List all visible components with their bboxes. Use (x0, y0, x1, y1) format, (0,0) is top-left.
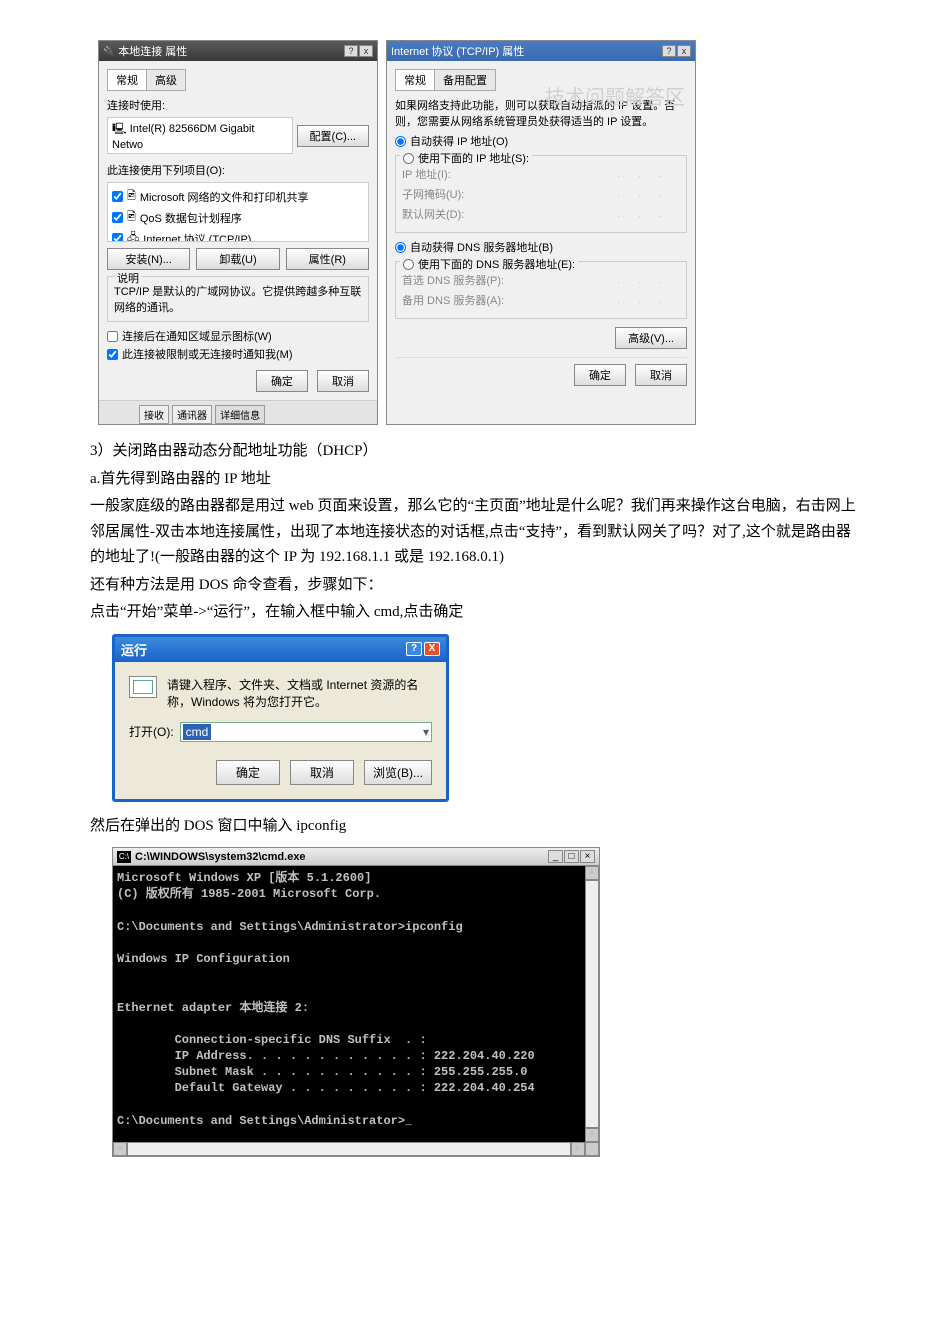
mask-field: . . . (522, 189, 680, 199)
run-titlebar[interactable]: 运行 ? X (115, 637, 446, 662)
cb-tcpip[interactable] (112, 233, 123, 242)
pref-dns-field: . . . (522, 275, 680, 285)
tab-general[interactable]: 常规 (395, 69, 435, 91)
configure-button[interactable]: 配置(C)... (297, 125, 369, 147)
browse-button[interactable]: 浏览(B)... (364, 760, 432, 785)
tcpip-properties: Internet 协议 (TCP/IP) 属性 ? x 技术问题解答区 常规 备… (386, 40, 696, 425)
hscrollbar[interactable]: ◀▶ (113, 1142, 599, 1156)
help-button[interactable]: ? (344, 45, 358, 57)
open-combobox[interactable]: cmd ▾ (180, 722, 432, 742)
text-para1: 一般家庭级的路由器都是用过 web 页面来设置，那么它的“主页面”地址是什么呢？… (90, 494, 860, 571)
open-label: 打开(O): (129, 723, 174, 740)
top-note: 如果网络支持此功能，则可以获取自动指派的 IP 设置。否则，您需要从网络系统管理… (395, 97, 687, 129)
ok-button[interactable]: 确定 (574, 364, 626, 386)
text-para2: 还有种方法是用 DOS 命令查看，步骤如下： (90, 573, 860, 599)
title: 本地连接 属性 (118, 43, 187, 59)
desc-legend: 说明 (114, 270, 142, 286)
uses-label: 此连接使用下列项目(O): (107, 162, 369, 178)
run-dialog: 运行 ? X 请键入程序、文件夹、文档或 Internet 资源的名称，Wind… (112, 634, 449, 802)
radio-auto-ip[interactable] (395, 136, 406, 147)
close-button[interactable]: × (580, 850, 595, 863)
advanced-button[interactable]: 高级(V)... (615, 327, 687, 349)
tab-advanced[interactable]: 高级 (146, 69, 186, 91)
install-button[interactable]: 安装(N)... (107, 248, 190, 270)
min-button[interactable]: _ (548, 850, 563, 863)
run-icon (129, 676, 157, 698)
close-button[interactable]: x (359, 45, 373, 57)
uninstall-button[interactable]: 卸载(U) (196, 248, 279, 270)
tab-recv[interactable]: 接收 (139, 405, 169, 424)
max-button[interactable]: □ (564, 850, 579, 863)
cmd-icon: C:\ (117, 851, 131, 863)
tab-detail[interactable]: 详细信息 (215, 405, 265, 424)
ok-button[interactable]: 确定 (216, 760, 280, 785)
text-step-a: a.首先得到路由器的 IP 地址 (90, 467, 860, 493)
radio-manual-dns[interactable] (403, 259, 414, 270)
cb-qos[interactable] (112, 212, 123, 223)
desc-text: TCP/IP 是默认的广域网协议。它提供跨越多种互联网络的通讯。 (114, 283, 362, 315)
title: Internet 协议 (TCP/IP) 属性 (391, 43, 524, 59)
text-para3: 点击“开始”菜单->“运行”，在输入框中输入 cmd,点击确定 (90, 600, 860, 626)
cancel-button[interactable]: 取消 (290, 760, 354, 785)
text-para4: 然后在弹出的 DOS 窗口中输入 ipconfig (90, 814, 860, 840)
tab-general[interactable]: 常规 (107, 69, 147, 91)
cb-file-share[interactable] (112, 191, 123, 202)
radio-manual-ip[interactable] (403, 153, 414, 164)
components-list[interactable]: 🖻 Microsoft 网络的文件和打印机共享 🖻 QoS 数据包计划程序 🖧 … (107, 182, 369, 242)
cmd-titlebar[interactable]: C:\ C:\WINDOWS\system32\cmd.exe _ □ × (113, 848, 599, 866)
alt-dns-field: . . . (522, 295, 680, 305)
vscrollbar[interactable]: ▲▼ (585, 866, 599, 1142)
ok-button[interactable]: 确定 (256, 370, 308, 392)
connect-label: 连接时使用: (107, 97, 369, 113)
tab-comm[interactable]: 通讯器 (172, 405, 212, 424)
cancel-button[interactable]: 取消 (317, 370, 369, 392)
close-button[interactable]: X (424, 642, 440, 656)
local-connection-properties: 🔌 本地连接 属性 ? x 常规 高级 连接时使用: 🖳 Intel(R) 82… (98, 40, 378, 425)
tab-alt[interactable]: 备用配置 (434, 69, 496, 91)
help-button[interactable]: ? (662, 45, 676, 57)
cmd-output[interactable]: Microsoft Windows XP [版本 5.1.2600] (C) 版… (113, 866, 599, 1156)
adapter-field: 🖳 Intel(R) 82566DM Gigabit Netwo (107, 117, 293, 154)
run-desc: 请键入程序、文件夹、文档或 Internet 资源的名称，Windows 将为您… (167, 676, 432, 710)
text-step3: 3）关闭路由器动态分配地址功能（DHCP） (90, 439, 860, 465)
cb-tray-icon[interactable] (107, 331, 118, 342)
properties-button[interactable]: 属性(R) (286, 248, 369, 270)
window-icon: 🔌 (103, 46, 114, 57)
cmd-window: C:\ C:\WINDOWS\system32\cmd.exe _ □ × Mi… (112, 847, 600, 1157)
ip-field: . . . (522, 169, 680, 179)
cb-notify[interactable] (107, 349, 118, 360)
titlebar[interactable]: Internet 协议 (TCP/IP) 属性 ? x (387, 41, 695, 61)
close-button[interactable]: x (677, 45, 691, 57)
gw-field: . . . (522, 209, 680, 219)
cancel-button[interactable]: 取消 (635, 364, 687, 386)
radio-auto-dns[interactable] (395, 242, 406, 253)
titlebar[interactable]: 🔌 本地连接 属性 ? x (99, 41, 377, 61)
help-button[interactable]: ? (406, 642, 422, 656)
